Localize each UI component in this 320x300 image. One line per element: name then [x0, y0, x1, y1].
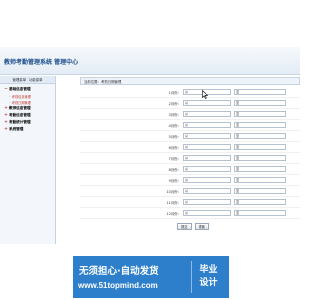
- month-row: 6月份：从至: [80, 142, 300, 153]
- menu-group-label[interactable]: 系统管理: [9, 127, 23, 132]
- menu-group-label[interactable]: 考勤统计管理: [9, 120, 31, 125]
- banner-url: www.51topmind.com: [78, 281, 158, 290]
- start-date-input[interactable]: 从: [183, 188, 231, 194]
- menu-group-label[interactable]: 基础信息管理: [9, 87, 31, 92]
- reset-button[interactable]: 重置: [194, 223, 209, 230]
- end-date-input[interactable]: 至: [234, 177, 286, 183]
- month-label: 9月份：: [168, 178, 181, 183]
- app-title: 教师考勤管理系统 管理中心: [4, 59, 79, 66]
- start-date-input[interactable]: 从: [183, 100, 231, 106]
- menu-group-basic-info[interactable]: − 基础信息管理: [0, 86, 55, 93]
- month-label: 5月份：: [168, 134, 181, 139]
- start-date-input[interactable]: 从: [183, 210, 231, 216]
- expand-icon[interactable]: +: [4, 113, 8, 118]
- end-date-input[interactable]: 至: [234, 111, 286, 117]
- month-row: 9月份：从至: [80, 175, 300, 186]
- header-bar: 教师考勤管理系统 管理中心: [0, 47, 300, 75]
- promo-banner: 无须担心·自动发货 www.51topmind.com 毕业 设计: [73, 256, 229, 298]
- start-date-input[interactable]: 从: [183, 111, 231, 117]
- end-date-input[interactable]: 至: [234, 89, 286, 95]
- end-date-input[interactable]: 至: [234, 199, 286, 205]
- date-form: 1月份：从至 2月份：从至 3月份：从至 4月份：从至 5月份：从至 6月份：从至 7月份：…: [80, 87, 300, 219]
- banner-slogan: 无须担心·自动发货: [79, 266, 159, 277]
- submit-button[interactable]: 提交: [177, 223, 192, 230]
- end-date-input[interactable]: 至: [234, 133, 286, 139]
- month-label: 7月份：: [168, 156, 181, 161]
- month-label: 10月份：: [166, 189, 182, 194]
- form-actions: 提交 重置: [80, 223, 300, 233]
- month-row: 5月份：从至: [80, 131, 300, 142]
- main-content: 当前位置：考勤日期管理 1月份：从至 2月份：从至 3月份：从至 4月份：从至 5月份：…: [80, 77, 300, 237]
- month-row: 1月份：从至: [80, 87, 300, 98]
- expand-icon[interactable]: +: [4, 106, 8, 111]
- month-label: 2月份：: [168, 101, 181, 106]
- end-date-input[interactable]: 至: [234, 122, 286, 128]
- month-row: 7月份：从至: [80, 153, 300, 164]
- start-date-input[interactable]: 从: [183, 133, 231, 139]
- end-date-input[interactable]: 至: [234, 100, 286, 106]
- end-date-input[interactable]: 至: [234, 166, 286, 172]
- end-date-input[interactable]: 至: [234, 144, 286, 150]
- start-date-input[interactable]: 从: [183, 155, 231, 161]
- month-row: 4月份：从至: [80, 120, 300, 131]
- month-label: 11月份：: [166, 200, 182, 205]
- month-row: 11月份：从至: [80, 197, 300, 208]
- mouse-cursor-icon: [202, 90, 208, 99]
- bullet-icon: •: [9, 100, 11, 104]
- menu-group-label[interactable]: 考勤信息管理: [9, 113, 31, 118]
- month-label: 4月份：: [168, 123, 181, 128]
- start-date-input[interactable]: 从: [183, 199, 231, 205]
- menu-group-label[interactable]: 教师信息管理: [9, 106, 31, 111]
- month-label: 12月份：: [166, 211, 182, 216]
- start-date-input[interactable]: 从: [183, 144, 231, 150]
- banner-badge-bottom: 设计: [199, 278, 218, 288]
- bullet-icon: •: [9, 94, 11, 98]
- end-date-input[interactable]: 至: [234, 210, 286, 216]
- menu-group-attendance-stats[interactable]: + 考勤统计管理: [0, 119, 55, 126]
- month-label: 3月份：: [168, 112, 181, 117]
- start-date-input[interactable]: 从: [183, 122, 231, 128]
- month-row: 3月份：从至: [80, 109, 300, 120]
- start-date-input[interactable]: 从: [183, 177, 231, 183]
- month-row: 12月份：从至: [80, 208, 300, 219]
- sidebar-header: 管理菜单 功能菜单: [0, 76, 55, 84]
- month-label: 8月份：: [168, 167, 181, 172]
- sidebar-header-right: 功能菜单: [29, 78, 43, 82]
- expand-icon[interactable]: +: [4, 127, 8, 132]
- end-date-input[interactable]: 至: [234, 188, 286, 194]
- sidebar-menu: − 基础信息管理 • 考勤信息管理 • 考勤日期管理 + 教师信息管理 + 考勤…: [0, 84, 55, 133]
- menu-group-system[interactable]: + 系统管理: [0, 126, 55, 133]
- sidebar: 管理菜单 功能菜单 − 基础信息管理 • 考勤信息管理 • 考勤日期管理 + 教…: [0, 76, 56, 244]
- start-date-input[interactable]: 从: [183, 166, 231, 172]
- menu-item-label[interactable]: 考勤信息管理: [12, 94, 31, 99]
- month-row: 8月份：从至: [80, 164, 300, 175]
- month-label: 6月份：: [168, 145, 181, 150]
- month-row: 2月份：从至: [80, 98, 300, 109]
- menu-group-teacher-info[interactable]: + 教师信息管理: [0, 105, 55, 112]
- end-date-input[interactable]: 至: [234, 155, 286, 161]
- month-label: 1月份：: [168, 90, 181, 95]
- expand-icon[interactable]: +: [4, 120, 8, 125]
- banner-badge-top: 毕业: [199, 265, 218, 275]
- breadcrumb: 当前位置：考勤日期管理: [80, 77, 300, 85]
- sidebar-header-left: 管理菜单: [12, 78, 26, 82]
- collapse-icon[interactable]: −: [4, 87, 8, 92]
- menu-group-attendance-info[interactable]: + 考勤信息管理: [0, 112, 55, 119]
- month-row: 10月份：从至: [80, 186, 300, 197]
- menu-item-label[interactable]: 考勤日期管理: [12, 100, 31, 105]
- banner-badge: 毕业 设计: [191, 261, 225, 293]
